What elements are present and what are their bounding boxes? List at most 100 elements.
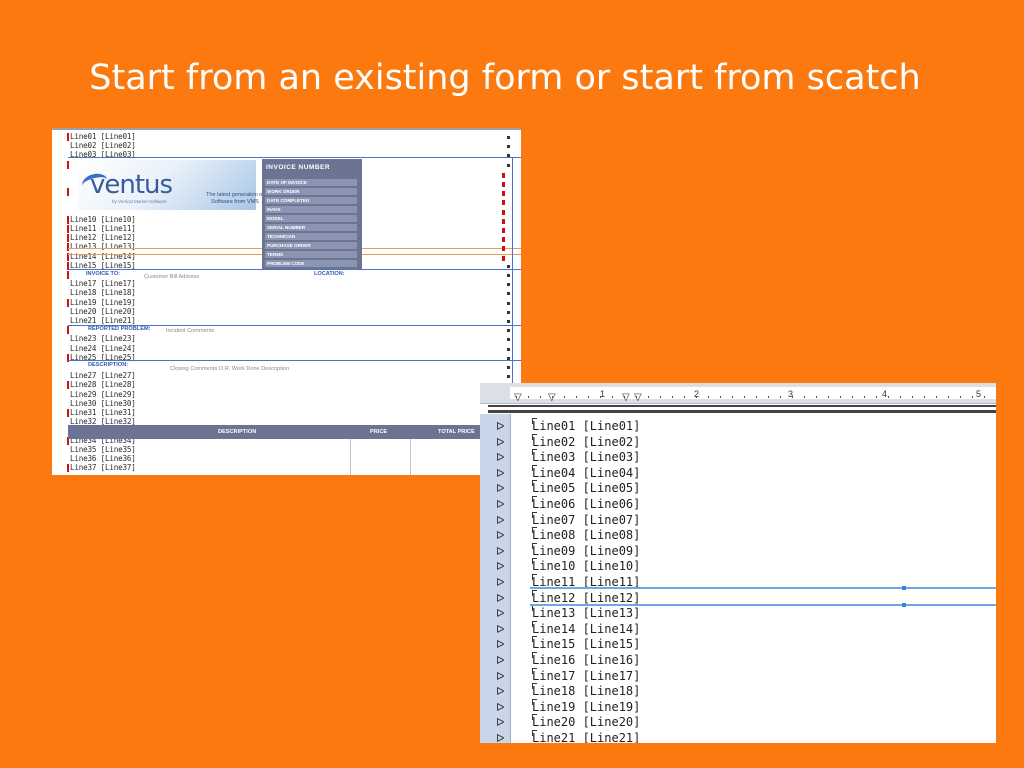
ruler-tick [756, 396, 757, 398]
editor-line[interactable]: Line04 [Line04] [532, 466, 640, 481]
editor-line[interactable]: Line13 [Line13] [532, 606, 640, 621]
invoice-header-panel: INVOICE NUMBER DATE OF INVOICE WORK ORDER… [262, 159, 362, 269]
editor-line[interactable]: Line02 [Line02] [532, 435, 640, 450]
band-marker-icon[interactable]: ᐅ [496, 467, 504, 480]
editor-line[interactable]: Line18 [Line18] [532, 684, 640, 699]
form-line: Line27 [Line27] [70, 371, 136, 381]
editor-line[interactable]: Line21 [Line21] [532, 731, 640, 743]
band-marker-icon[interactable]: ᐅ [496, 530, 504, 542]
ruler-tick [780, 396, 781, 398]
band-marker-icon[interactable]: ᐅ [496, 514, 504, 527]
band-marker-icon[interactable]: ᐅ [496, 499, 504, 511]
ruler-tick [852, 396, 853, 398]
col-price: PRICE [370, 429, 388, 435]
ruler-tick [540, 396, 541, 398]
editor-line[interactable]: Line14 [Line14] [532, 622, 640, 637]
invoice-field: PROBLEM CODE [265, 260, 357, 267]
editor-line[interactable]: Line08 [Line08] [532, 528, 640, 543]
editor-line[interactable]: Line05 [Line05] [532, 481, 640, 496]
form-line: Line20 [Line20] [70, 306, 136, 316]
band-marker-icon[interactable]: ᐅ [496, 561, 504, 573]
ruler-tick [828, 396, 829, 398]
bill-to-field: Customer Bill Address [144, 274, 200, 280]
band-marker-icon[interactable]: ᐅ [496, 452, 504, 464]
table-column-divider [410, 439, 411, 475]
editor-line[interactable]: Line17 [Line17] [532, 669, 640, 684]
form-line: Line17 [Line17] [70, 279, 136, 289]
editor-line[interactable]: Line03 [Line03] [532, 450, 640, 465]
edge-marker [502, 218, 505, 224]
editor-line[interactable]: Line19 [Line19] [532, 700, 640, 715]
form-line: Line02 [Line02] [70, 141, 136, 151]
field-marker [67, 225, 69, 233]
tab-marker-icon[interactable]: ▽ [622, 393, 630, 403]
selection-handle[interactable] [902, 603, 906, 607]
form-top-border [52, 128, 521, 130]
ruler-tick [732, 396, 733, 398]
ruler-tick [588, 396, 589, 398]
band-marker-icon[interactable]: ᐅ [496, 436, 504, 449]
logo-tagline: The latest generation of Software from V… [206, 192, 264, 205]
band-marker-icon[interactable]: ᐅ [496, 592, 504, 605]
band-separator [488, 405, 996, 407]
form-line: Line18 [Line18] [70, 288, 136, 298]
form-line: Line03 [Line03] [70, 150, 136, 160]
field-marker [67, 298, 69, 307]
editor-line[interactable]: Line06 [Line06] [532, 497, 640, 512]
form-line: Line29 [Line29] [70, 389, 136, 399]
field-marker [67, 271, 69, 279]
section-rule [68, 360, 521, 361]
edge-marker [507, 274, 510, 277]
ruler-tick [924, 396, 925, 398]
description-label: DESCRIPTION: [88, 362, 129, 368]
ruler-tick [564, 396, 565, 398]
editor-line[interactable]: Line09 [Line09] [532, 544, 640, 559]
band-marker-icon[interactable]: ᐅ [496, 670, 504, 683]
ruler-tick [768, 396, 769, 398]
tab-marker-icon[interactable]: ▽ [634, 393, 642, 403]
edge-marker [502, 246, 505, 252]
band-marker-icon[interactable]: ᐅ [496, 686, 504, 698]
editor-line[interactable]: Line20 [Line20] [532, 715, 640, 730]
section-rule [68, 269, 521, 270]
edge-marker [507, 301, 510, 305]
form-line: Line19 [Line19] [70, 297, 136, 307]
ruler-tick [864, 396, 865, 398]
indent-marker-icon[interactable]: ▽ [514, 393, 522, 403]
indent-marker-icon[interactable]: ▽ [548, 393, 556, 403]
editor-line[interactable]: Line16 [Line16] [532, 653, 640, 668]
editor-line[interactable]: Line10 [Line10] [532, 559, 640, 574]
form-line: Line30 [Line30] [70, 398, 136, 408]
band-marker-icon[interactable]: ᐅ [496, 733, 504, 744]
band-marker-icon[interactable]: ᐅ [496, 639, 504, 651]
item-table-header: DESCRIPTION PRICE TOTAL PRICE [68, 425, 521, 439]
ruler-tick [576, 396, 577, 398]
edge-marker [507, 320, 510, 323]
edge-marker [507, 163, 510, 167]
band-marker-icon[interactable]: ᐅ [496, 608, 504, 620]
form-line: Line36 [Line36] [70, 454, 136, 463]
band-marker-icon[interactable]: ᐅ [496, 421, 504, 433]
selection-top-edge [530, 587, 996, 589]
ruler-tick [672, 396, 673, 398]
invoice-field: WORK ORDER [265, 188, 357, 195]
editor-line[interactable]: Line07 [Line07] [532, 513, 640, 528]
ruler-tick [972, 396, 973, 398]
selection-bottom-edge [530, 604, 996, 606]
band-marker-icon[interactable]: ᐅ [496, 545, 504, 558]
editor-line[interactable]: Line15 [Line15] [532, 637, 640, 652]
form-line: Line21 [Line21] [70, 316, 136, 325]
selection-handle[interactable] [902, 586, 906, 590]
ruler-tick [660, 396, 661, 398]
band-marker-icon[interactable]: ᐅ [496, 655, 504, 667]
band-marker-icon[interactable]: ᐅ [496, 717, 504, 729]
horizontal-ruler[interactable]: 1 2 3 4 5 ▽ ▽ ▽ ▽ [480, 383, 996, 404]
ruler-tick [696, 396, 697, 398]
invoice-field: TECHNICIAN [265, 233, 357, 240]
band-marker-icon[interactable]: ᐅ [496, 701, 504, 714]
band-marker-icon[interactable]: ᐅ [496, 483, 504, 495]
editor-line[interactable]: Line01 [Line01] [532, 419, 640, 434]
band-marker-icon[interactable]: ᐅ [496, 577, 504, 589]
form-line: Line12 [Line12] [70, 233, 136, 243]
band-marker-icon[interactable]: ᐅ [496, 623, 504, 636]
